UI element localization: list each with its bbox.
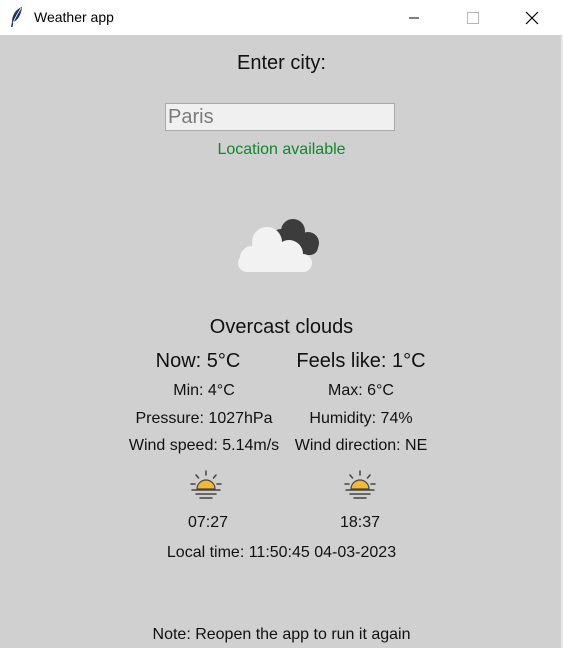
local-time: Local time: 11:50:45 04-03-2023: [166, 544, 397, 561]
city-input[interactable]: [165, 103, 395, 131]
humidity: Humidity: 74%: [309, 410, 413, 427]
pressure: Pressure: 1027hPa: [135, 410, 273, 427]
close-icon: [525, 11, 539, 24]
current-temperature: Now: 5°C: [155, 350, 241, 372]
feather-icon: [11, 7, 22, 27]
min-temperature: Min: 4°C: [173, 382, 235, 399]
sunset-icon: [344, 470, 376, 499]
weather-description: Overcast clouds: [209, 316, 354, 338]
enter-city-label: Enter city:: [237, 52, 326, 74]
minimize-button[interactable]: [391, 0, 437, 35]
title-bar: Weather app: [0, 0, 563, 35]
close-button[interactable]: [509, 0, 555, 35]
maximize-icon: [467, 11, 479, 24]
location-status: Location available: [217, 141, 346, 158]
max-temperature: Max: 6°C: [328, 382, 394, 399]
footer-note: Note: Reopen the app to run it again: [152, 626, 411, 643]
feels-like-temperature: Feels like: 1°C: [296, 350, 426, 372]
minimize-icon: [409, 17, 419, 18]
sunset-time: 18:37: [339, 514, 381, 531]
sunrise-time: 07:27: [187, 514, 229, 531]
wind-speed: Wind speed: 5.14m/s: [128, 437, 280, 454]
overcast-clouds-icon: [238, 219, 319, 272]
wind-direction: Wind direction: NE: [294, 437, 428, 454]
sunrise-icon: [190, 470, 222, 499]
window-title: Weather app: [34, 9, 114, 25]
maximize-button[interactable]: [450, 0, 496, 35]
